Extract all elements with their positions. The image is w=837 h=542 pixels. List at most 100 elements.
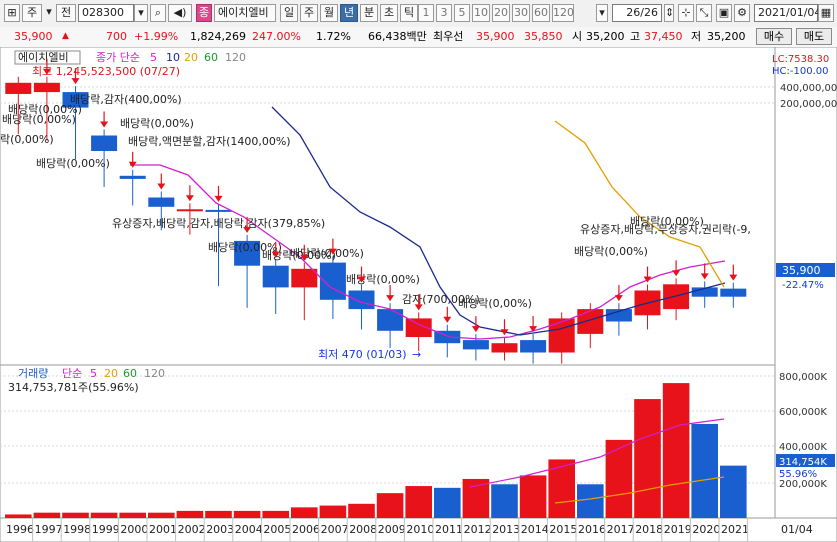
- event-annotation: 배당락(0,00%): [346, 273, 420, 286]
- volume-bar[interactable]: [176, 510, 204, 518]
- volume-bar[interactable]: [90, 512, 118, 518]
- type-select[interactable]: 주: [22, 4, 42, 22]
- volume-bar[interactable]: [119, 512, 146, 518]
- search-icon[interactable]: ⌕: [150, 4, 166, 22]
- candle[interactable]: [33, 82, 60, 93]
- step-button-5[interactable]: 30: [512, 4, 530, 22]
- candle[interactable]: [262, 265, 289, 288]
- volume-bar[interactable]: [662, 383, 690, 518]
- dropdown-arrow-icon[interactable]: ▾: [44, 4, 54, 22]
- candle[interactable]: [5, 82, 32, 94]
- period-button-6[interactable]: 틱: [400, 4, 418, 22]
- volume-bar[interactable]: [291, 507, 318, 518]
- step-button-1[interactable]: 3: [436, 4, 452, 22]
- period-button-1[interactable]: 주: [300, 4, 318, 22]
- period-button-2[interactable]: 월: [320, 4, 338, 22]
- volume-legend-name: 거래량: [18, 367, 48, 380]
- candle[interactable]: [119, 175, 146, 179]
- candle[interactable]: [491, 343, 518, 353]
- candle[interactable]: [91, 135, 118, 152]
- chart-type-icon[interactable]: ⊞: [4, 4, 20, 22]
- lc-label: LC:7538.30: [772, 54, 829, 65]
- step-button-0[interactable]: 1: [418, 4, 434, 22]
- candle[interactable]: [720, 288, 747, 297]
- legend-ma20: 20: [184, 51, 198, 64]
- candle[interactable]: [176, 209, 203, 212]
- crosshair-icon[interactable]: ⊹: [678, 4, 694, 22]
- buy-button[interactable]: 매수: [756, 28, 792, 45]
- arrow-right-icon: →: [412, 348, 421, 361]
- volume-bar[interactable]: [33, 512, 61, 518]
- x-tick-label: 1996: [6, 523, 34, 536]
- volume-bar[interactable]: [634, 399, 661, 518]
- volume-bar[interactable]: [691, 423, 718, 518]
- volume-bar[interactable]: [519, 475, 547, 518]
- volume-bar[interactable]: [376, 493, 404, 518]
- volume-bar[interactable]: [720, 465, 747, 518]
- candle[interactable]: [148, 197, 175, 207]
- volume-bar[interactable]: [434, 487, 461, 518]
- volume-bar[interactable]: [205, 510, 232, 518]
- calendar-icon[interactable]: ▦: [818, 4, 834, 22]
- volume-bar[interactable]: [348, 503, 375, 518]
- quote-bar: 35,900 ▲ 700 +1.99% 1,824,269 247.00% 1.…: [0, 27, 837, 48]
- volume-bar[interactable]: [405, 486, 432, 518]
- x-tick-label: 2015: [549, 523, 577, 536]
- x-tick-label: 2017: [607, 523, 635, 536]
- step-button-6[interactable]: 60: [532, 4, 550, 22]
- save-icon[interactable]: ▣: [716, 4, 732, 22]
- candle[interactable]: [577, 309, 604, 334]
- period-button-0[interactable]: 일: [280, 4, 298, 22]
- volume-bar[interactable]: [262, 510, 289, 518]
- candle[interactable]: [520, 340, 547, 353]
- step-button-7[interactable]: 120: [552, 4, 574, 22]
- volume-bar[interactable]: [62, 512, 89, 518]
- page-dropdown-icon[interactable]: ▾: [596, 4, 608, 22]
- volume-value: 1,824,269: [190, 30, 246, 43]
- event-annotation: 배당락,액면분할,감자(1400,00%): [128, 135, 291, 148]
- volume-bar[interactable]: [605, 439, 633, 518]
- period-button-5[interactable]: 초: [380, 4, 398, 22]
- x-tick-label: 2003: [206, 523, 234, 536]
- low-label: 저: [691, 30, 702, 43]
- candle[interactable]: [205, 209, 232, 212]
- x-tick-label: 2018: [635, 523, 663, 536]
- volume-bar[interactable]: [233, 510, 261, 518]
- volume-bar[interactable]: [319, 505, 347, 518]
- volume-legend-ma20: 20: [104, 367, 118, 380]
- period-button-4[interactable]: 분: [360, 4, 378, 22]
- candle[interactable]: [462, 340, 489, 350]
- candle[interactable]: [663, 284, 690, 310]
- volume-bar[interactable]: [148, 512, 175, 518]
- turnover-rate: 1.72%: [316, 30, 351, 43]
- transform-icon[interactable]: ⤡: [696, 4, 712, 22]
- code-input[interactable]: 028300: [78, 4, 134, 22]
- page-stepper-icon[interactable]: ⇕: [664, 4, 674, 22]
- date-input[interactable]: 2021/01/04: [754, 4, 821, 22]
- volume-bar[interactable]: [548, 459, 575, 518]
- gear-icon[interactable]: ⚙: [734, 4, 750, 22]
- step-button-2[interactable]: 5: [454, 4, 470, 22]
- candle[interactable]: [348, 290, 375, 310]
- volume-bar[interactable]: [5, 514, 32, 518]
- candle[interactable]: [291, 268, 318, 288]
- x-tick-label: 2011: [435, 523, 463, 536]
- x-tick-label: 2005: [263, 523, 291, 536]
- candle[interactable]: [548, 318, 575, 353]
- change-percent: +1.99%: [134, 30, 179, 43]
- volume-bar[interactable]: [577, 484, 604, 518]
- step-button-4[interactable]: 20: [492, 4, 510, 22]
- candle[interactable]: [377, 309, 404, 331]
- period-button-3[interactable]: 년: [340, 4, 358, 22]
- volume-bar[interactable]: [491, 484, 518, 518]
- volume-bar[interactable]: [462, 478, 490, 518]
- speaker-icon[interactable]: ◀): [168, 4, 192, 22]
- step-button-3[interactable]: 10: [472, 4, 490, 22]
- sell-button[interactable]: 매도: [796, 28, 832, 45]
- event-annotation: 배당락(0,00%): [630, 215, 704, 228]
- current-pct-label: -22.47%: [782, 280, 824, 291]
- stock-chart[interactable]: 에이치엘비 종가 단순 5 10 20 60 120 최고 1,245,523,…: [0, 47, 837, 542]
- code-dropdown-icon[interactable]: ▾: [134, 4, 148, 22]
- x-tick-label: 2013: [492, 523, 520, 536]
- event-annotation: 배당락(0,00%): [120, 117, 194, 130]
